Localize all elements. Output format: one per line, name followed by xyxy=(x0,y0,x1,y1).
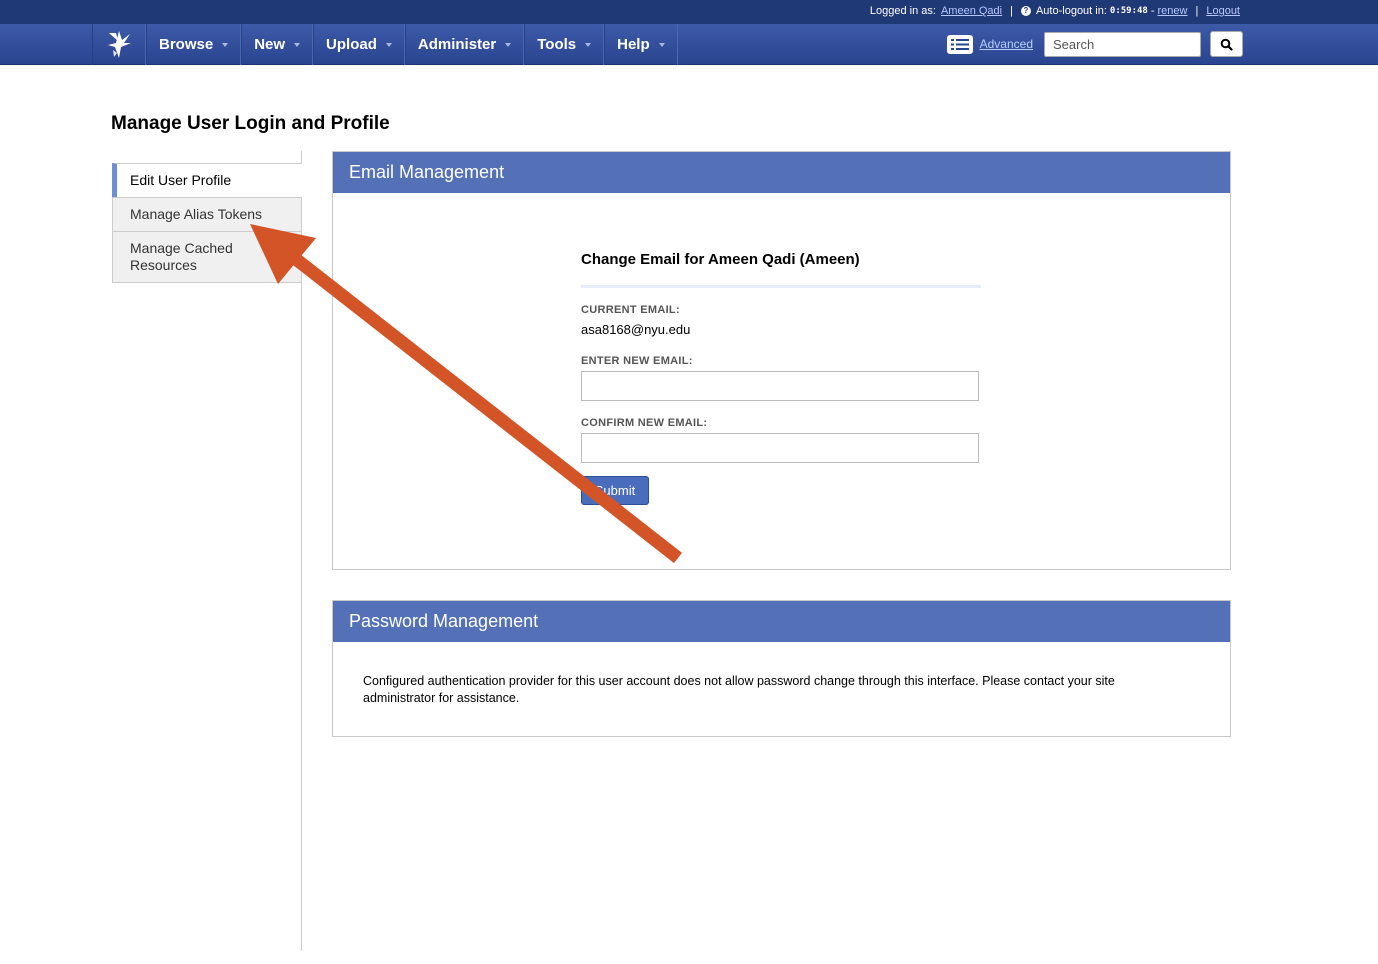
caret-down-icon xyxy=(222,42,229,47)
nav-upload[interactable]: Upload xyxy=(313,24,405,65)
nav-administer[interactable]: Administer xyxy=(404,24,525,65)
confirm-email-label: CONFIRM NEW EMAIL: xyxy=(581,417,708,429)
change-email-title: Change Email for Ameen Qadi (Ameen) xyxy=(581,251,981,288)
sidebar-item-manage-cached-resources[interactable]: Manage Cached Resources xyxy=(112,231,302,283)
new-email-label: ENTER NEW EMAIL: xyxy=(581,355,693,367)
separator: | xyxy=(1195,5,1199,17)
confirm-email-field[interactable] xyxy=(581,433,979,463)
main-navbar: Browse New Upload Administer Tools Help … xyxy=(0,24,1378,65)
sidebar-item-edit-user-profile[interactable]: Edit User Profile xyxy=(112,163,302,197)
search-button[interactable] xyxy=(1210,31,1243,57)
separator: | xyxy=(1010,5,1013,17)
nav-tools[interactable]: Tools xyxy=(524,24,605,65)
autologout-label: Auto-logout in: xyxy=(1035,5,1107,17)
password-message: Configured authentication provider for t… xyxy=(363,674,1115,705)
page-title: Manage User Login and Profile xyxy=(111,113,390,134)
current-email-value: asa8168@nyu.edu xyxy=(581,322,691,337)
help-circle-icon: ? xyxy=(1020,6,1031,16)
advanced-search-link[interactable]: Advanced xyxy=(980,37,1033,51)
nav-browse[interactable]: Browse xyxy=(146,24,242,65)
logout-link[interactable]: Logout xyxy=(1206,5,1240,17)
xnat-logo[interactable] xyxy=(92,24,146,65)
caret-down-icon xyxy=(294,42,301,47)
list-icon[interactable] xyxy=(946,34,973,54)
password-panel-header: Password Management xyxy=(333,601,1230,642)
caret-down-icon xyxy=(658,42,665,47)
nav-administer-label: Administer xyxy=(417,36,497,53)
nav-browse-label: Browse xyxy=(159,36,214,53)
nav-help[interactable]: Help xyxy=(604,24,678,65)
submit-button[interactable]: Submit xyxy=(581,476,649,505)
new-email-field[interactable] xyxy=(581,371,979,401)
nav-upload-label: Upload xyxy=(326,36,377,53)
search-area: Advanced xyxy=(946,31,1243,57)
nav-new-label: New xyxy=(254,36,286,53)
sidebar: Edit User Profile Manage Alias Tokens Ma… xyxy=(112,163,302,283)
xnat-bird-logo-icon xyxy=(108,30,131,58)
search-icon xyxy=(1220,38,1233,51)
renew-link[interactable]: renew xyxy=(1158,5,1188,17)
caret-down-icon xyxy=(585,42,592,47)
current-email-label: CURRENT EMAIL: xyxy=(581,304,680,316)
change-email-form: Change Email for Ameen Qadi (Ameen) CURR… xyxy=(581,251,981,505)
top-status-bar: Logged in as: Ameen Qadi | ? Auto-logout… xyxy=(0,0,1378,24)
search-input[interactable] xyxy=(1044,31,1201,57)
timer-dash: - xyxy=(1150,5,1155,17)
nav-tools-label: Tools xyxy=(537,36,577,53)
email-panel-header: Email Management xyxy=(333,152,1230,193)
sidebar-item-manage-alias-tokens[interactable]: Manage Alias Tokens xyxy=(112,197,302,231)
nav-new[interactable]: New xyxy=(241,24,314,65)
password-management-panel: Password Management Configured authentic… xyxy=(332,600,1231,737)
caret-down-icon xyxy=(505,42,512,47)
nav-help-label: Help xyxy=(617,36,650,53)
caret-down-icon xyxy=(385,42,392,47)
user-name-link[interactable]: Ameen Qadi xyxy=(941,5,1002,17)
nav-menu: Browse New Upload Administer Tools Help xyxy=(146,24,678,65)
email-management-panel: Email Management Change Email for Ameen … xyxy=(332,151,1231,570)
autologout-timer: 0:59:48 xyxy=(1109,6,1148,16)
logged-in-label: Logged in as: xyxy=(869,5,936,17)
